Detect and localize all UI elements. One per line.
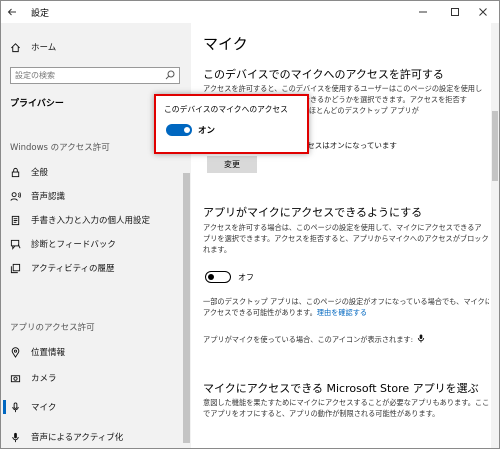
sidebar-item-label: 音声によるアクティブ化 xyxy=(31,433,124,443)
home-icon xyxy=(10,42,20,52)
mic-in-use-note: アプリがマイクを使っている場合、このアイコンが表示されます: xyxy=(203,334,425,346)
voice-activation-icon xyxy=(11,432,19,442)
back-arrow-icon xyxy=(7,8,16,16)
sidebar-item-activity-history[interactable]: アクティビティの履歴 xyxy=(1,258,183,278)
sidebar-item-label: アクティビティの履歴 xyxy=(31,264,115,274)
note-text: アプリがマイクを使っている場合、このアイコンが表示されます: xyxy=(203,335,413,344)
main-scrollbar-thumb[interactable] xyxy=(492,111,498,181)
camera-icon xyxy=(10,374,20,382)
section-description: アクセスを許可する場合は、このページの設定を使用して、マイクにアクセスできるア xyxy=(203,223,482,232)
device-access-toggle-label: オン xyxy=(198,126,216,136)
sidebar-section-title: プライバシー xyxy=(10,99,64,109)
microphone-icon xyxy=(418,334,425,343)
section-description: 意図した機能を果たすためにマイクにアクセスすることが必要なアプリもあります。ここ xyxy=(203,398,489,407)
minimize-icon xyxy=(419,11,427,13)
app-access-toggle[interactable] xyxy=(205,271,231,283)
sidebar-item-label: ホーム xyxy=(31,43,57,53)
sidebar-item-label: マイク xyxy=(31,403,57,413)
sidebar-group-windows: Windows のアクセス許可 xyxy=(10,143,110,153)
speech-icon xyxy=(9,191,21,201)
main-content: マイク このデバイスでのマイクへのアクセスを許可する アクセスを許可すると、この… xyxy=(191,23,489,448)
sidebar-group-apps: アプリのアクセス許可 xyxy=(10,323,95,333)
feedback-icon xyxy=(10,239,20,250)
sidebar-item-label: 診断とフィードバック xyxy=(31,240,116,250)
app-access-toggle-label: オフ xyxy=(238,273,254,282)
desktop-apps-note-line2: アクセスできる可能性があります。理由を確認する xyxy=(203,308,367,319)
section-heading-device-access: このデバイスでのマイクへのアクセスを許可する xyxy=(203,68,444,81)
lock-icon xyxy=(11,167,19,177)
section-heading-app-access: アプリがマイクにアクセスできるようにする xyxy=(203,206,423,219)
section-description: でアプリをオフにすると、アプリの動作が制限される可能性があります。 xyxy=(203,409,440,418)
search-input[interactable]: 設定の検索 xyxy=(10,67,180,84)
sidebar-item-general[interactable]: 全般 xyxy=(1,162,183,182)
close-icon xyxy=(479,8,487,16)
settings-window: 設定 ホーム 設定の検索 プライバシー Windows のアクセス許可 全般 音… xyxy=(0,0,500,449)
note-text: アクセスできる可能性があります。 xyxy=(203,308,317,317)
sidebar-item-location[interactable]: 位置情報 xyxy=(1,342,183,362)
learn-why-link[interactable]: 理由を確認する xyxy=(317,308,367,317)
sidebar-scrollbar[interactable] xyxy=(183,173,190,443)
maximize-icon xyxy=(451,8,459,16)
search-placeholder: 設定の検索 xyxy=(15,71,55,80)
window-title: 設定 xyxy=(31,8,50,19)
sidebar-item-microphone[interactable]: マイク xyxy=(1,397,183,417)
history-icon xyxy=(10,263,20,273)
page-title: マイク xyxy=(203,35,248,53)
search-icon xyxy=(165,70,175,80)
sidebar-item-label: カメラ xyxy=(31,374,57,384)
sidebar-item-label: 位置情報 xyxy=(31,348,66,358)
section-description: アクセスを許可すると、このデバイスを使用するユーザーはこのページの設定を使用し xyxy=(203,84,483,93)
sidebar-item-label: 音声認識 xyxy=(31,192,66,202)
sidebar: ホーム 設定の検索 プライバシー Windows のアクセス許可 全般 音声認識… xyxy=(1,23,191,448)
change-button[interactable]: 変更 xyxy=(207,156,257,173)
back-button[interactable] xyxy=(1,1,23,23)
document-icon xyxy=(11,215,19,225)
sidebar-item-home[interactable]: ホーム xyxy=(1,37,183,57)
desktop-apps-note: 一部のデスクトップ アプリは、このページの設定がオフになっている場合でも、マイク… xyxy=(203,297,489,306)
microphone-icon xyxy=(11,401,19,412)
sidebar-item-camera[interactable]: カメラ xyxy=(1,368,183,388)
close-button[interactable] xyxy=(467,1,499,23)
location-icon xyxy=(11,346,19,358)
sidebar-item-diagnostics[interactable]: 診断とフィードバック xyxy=(1,234,183,254)
section-description: プリを選択できます。アクセスを拒否すると、アプリからマイクへのアクセスがブロック… xyxy=(203,234,489,243)
sidebar-item-label: 全般 xyxy=(31,168,49,178)
sidebar-item-label: 手書き入力と入力の個人用設定 xyxy=(31,216,151,226)
minimize-button[interactable] xyxy=(407,1,439,23)
device-access-toggle[interactable] xyxy=(166,124,192,136)
main-scrollbar[interactable] xyxy=(491,23,499,448)
section-description: れます。 xyxy=(203,245,232,254)
flyout-title: このデバイスのマイクへのアクセス xyxy=(164,105,288,114)
section-heading-store-apps: マイクにアクセスできる Microsoft Store アプリを選ぶ xyxy=(203,382,479,395)
device-access-flyout: このデバイスのマイクへのアクセス オン xyxy=(154,94,309,154)
sidebar-item-speech[interactable]: 音声認識 xyxy=(1,186,183,206)
sidebar-item-inking[interactable]: 手書き入力と入力の個人用設定 xyxy=(1,210,183,230)
sidebar-item-voice-activation[interactable]: 音声によるアクティブ化 xyxy=(1,427,183,447)
